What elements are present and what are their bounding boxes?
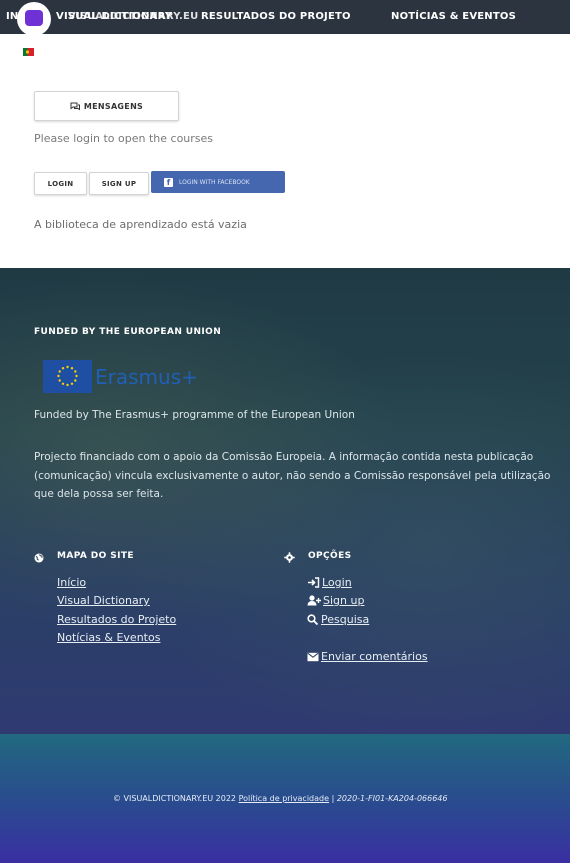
copyright-text: © VISUALDICTIONARY.EU 2022 xyxy=(113,794,237,803)
signup-button[interactable]: SIGN UP xyxy=(89,172,149,195)
nav-item-noticias[interactable]: NOTÍCIAS & EVENTOS xyxy=(391,11,516,22)
options-signup-link[interactable]: Sign up xyxy=(307,594,364,607)
user-plus-icon xyxy=(307,595,321,606)
options-search-link[interactable]: Pesquisa xyxy=(307,613,369,626)
facebook-login-button[interactable]: f LOGIN WITH FACEBOOK xyxy=(151,171,285,193)
nav-item-resultados[interactable]: RESULTADOS DO PROJETO xyxy=(201,11,351,22)
copyright-separator: | xyxy=(331,794,335,803)
messages-button[interactable]: MENSAGENS xyxy=(34,91,179,121)
disclaimer-line-2: (comunicação) vincula exclusivamente o a… xyxy=(34,470,551,482)
top-navigation: INÍCIO VISUAL DICTIONARY VISUALDICTIONAR… xyxy=(0,0,570,34)
options-login-label: Login xyxy=(322,576,352,589)
disclaimer-line-1: Projecto financiado com o apoio da Comis… xyxy=(34,451,534,463)
sitemap-link-inicio[interactable]: Início xyxy=(57,576,86,589)
gear-icon xyxy=(284,552,295,563)
envelope-icon xyxy=(307,652,319,661)
messages-label: MENSAGENS xyxy=(83,101,144,111)
funded-text: Funded by The Erasmus+ programme of the … xyxy=(34,409,355,421)
search-icon xyxy=(307,614,319,625)
globe-icon xyxy=(34,553,44,563)
disclaimer-line-3: que dela possa ser feita. xyxy=(34,488,164,500)
erasmus-wordmark: Erasmus+ xyxy=(95,365,198,389)
options-search-label: Pesquisa xyxy=(321,613,370,626)
facebook-login-label: LOGIN WITH FACEBOOK xyxy=(179,178,250,186)
login-note: Please login to open the courses xyxy=(34,132,214,145)
funded-heading: FUNDED BY THE EUROPEAN UNION xyxy=(34,327,222,337)
facebook-icon: f xyxy=(164,177,173,187)
library-empty-message: A biblioteca de aprendizado está vazia xyxy=(34,218,247,231)
erasmus-logo: Erasmus+ xyxy=(43,360,213,394)
portugal-flag-icon[interactable] xyxy=(23,48,34,56)
nav-item-site-name[interactable]: VISUALDICTIONARY.EU xyxy=(68,11,198,22)
login-button[interactable]: LOGIN xyxy=(34,172,87,195)
privacy-policy-link[interactable]: Política de privacidade xyxy=(239,794,329,803)
sitemap-link-visual-dictionary[interactable]: Visual Dictionary xyxy=(57,594,150,607)
options-feedback-label: Enviar comentários xyxy=(321,650,428,663)
copyright-line: © VISUALDICTIONARY.EU 2022 Política de p… xyxy=(113,794,447,803)
site-logo[interactable] xyxy=(17,2,51,36)
options-signup-label: Sign up xyxy=(323,594,365,607)
sign-in-icon xyxy=(308,577,320,588)
sitemap-heading: MAPA DO SITE xyxy=(57,551,134,561)
options-feedback-link[interactable]: Enviar comentários xyxy=(307,650,428,663)
sitemap-link-noticias[interactable]: Notícias & Eventos xyxy=(57,631,160,644)
chat-icon xyxy=(70,102,80,110)
project-code: 2020-1-FI01-KA204-066646 xyxy=(336,794,448,803)
sitemap-link-resultados[interactable]: Resultados do Projeto xyxy=(57,613,176,626)
eu-flag-icon xyxy=(43,360,92,393)
options-heading: OPÇÕES xyxy=(308,551,352,561)
options-login-link[interactable]: Login xyxy=(307,576,352,589)
logo-mark-icon xyxy=(25,10,43,26)
